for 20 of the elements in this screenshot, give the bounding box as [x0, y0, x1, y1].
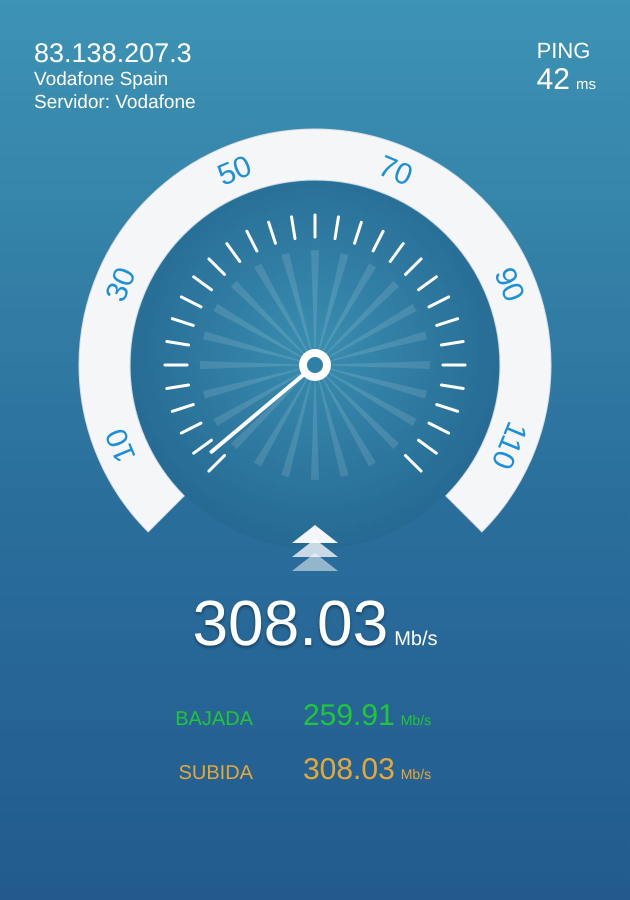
- scale-label: 70: [374, 149, 418, 193]
- scale-label: 30: [99, 262, 143, 306]
- ping-value: 42: [536, 64, 570, 96]
- result-unit: Mb/s: [400, 766, 432, 782]
- result-unit: Mb/s: [400, 712, 432, 728]
- scale-label: 110: [484, 416, 534, 474]
- ping-label: PING: [536, 38, 590, 64]
- result-value: 308.03: [303, 753, 395, 787]
- speed-unit: Mb/s: [394, 628, 438, 651]
- speed-value: 308.03: [192, 586, 388, 661]
- result-label: BAJADA: [174, 708, 254, 731]
- scale-label: 90: [487, 262, 531, 306]
- result-value: 259.91: [303, 699, 395, 733]
- scale-label: 10: [99, 424, 143, 468]
- isp-name: Vodafone Spain: [34, 68, 170, 91]
- server-name: Servidor: Vodafone: [34, 91, 196, 114]
- scale-label: 50: [212, 149, 256, 193]
- ping-unit: ms: [576, 76, 596, 93]
- ip-address: 83.138.207.3: [34, 38, 193, 68]
- result-label: SUBIDA: [178, 762, 254, 785]
